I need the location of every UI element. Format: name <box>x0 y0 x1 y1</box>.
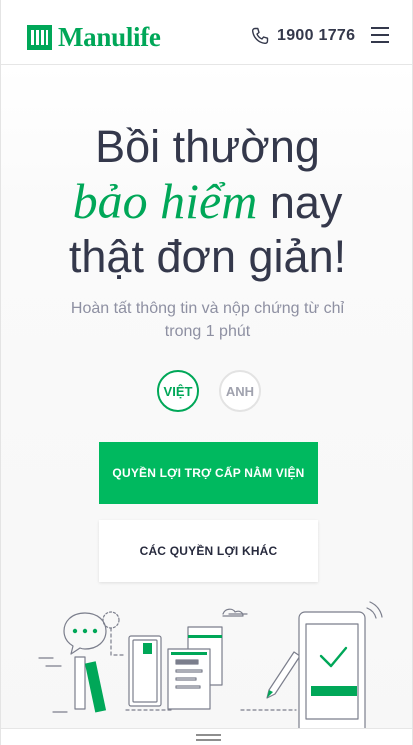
manulife-logo-icon <box>27 25 52 50</box>
bottom-drawer-bar[interactable] <box>1 728 412 745</box>
hero-line-1: Bồi thường <box>95 121 320 172</box>
chat-bubble-icon <box>63 612 107 655</box>
hotline-number: 1900 1776 <box>277 27 356 44</box>
hamburger-menu-icon[interactable] <box>371 27 389 43</box>
hero-title: Bồi thường bảo hiểm nay thật đơn giản! <box>1 120 412 284</box>
language-vietnamese-button[interactable]: VIỆT <box>157 370 199 412</box>
page: Manulife 1900 1776 Bồi thường bảo hiểm n… <box>0 0 413 745</box>
other-benefits-button[interactable]: CÁC QUYỀN LỢI KHÁC <box>99 520 318 582</box>
hotline-link[interactable]: 1900 1776 <box>251 27 355 45</box>
drawer-handle-icon[interactable] <box>196 734 221 744</box>
hero-accent-text: bảo hiểm <box>72 173 258 229</box>
brand-logo[interactable]: Manulife <box>27 24 161 51</box>
hero-subtitle: Hoàn tất thông tin và nộp chứng từ chỉ t… <box>70 300 345 340</box>
hero-line-3: thật đơn giản! <box>68 231 347 282</box>
language-english-button[interactable]: ANH <box>219 370 261 412</box>
phone-icon <box>251 27 269 45</box>
claim-process-illustration <box>38 601 412 743</box>
top-header: Manulife 1900 1776 <box>1 0 412 65</box>
hero-line-2-rest: nay <box>257 177 343 228</box>
hospital-allowance-claim-button[interactable]: QUYỀN LỢI TRỢ CẤP NẰM VIỆN <box>99 442 318 504</box>
brand-name: Manulife <box>58 22 161 52</box>
main-content: Bồi thường bảo hiểm nay thật đơn giản! H… <box>1 65 412 745</box>
